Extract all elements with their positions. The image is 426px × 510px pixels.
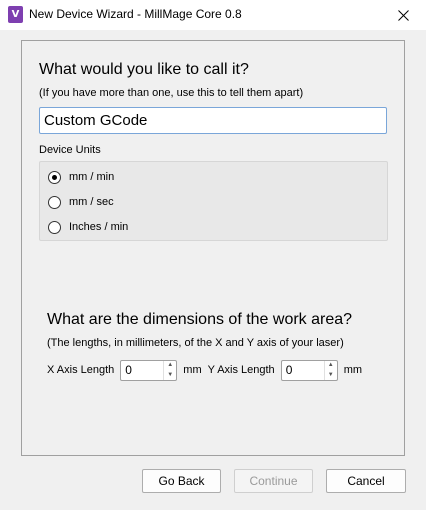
x-axis-spinbox[interactable]: 0 ▲ ▼: [120, 359, 178, 381]
spin-down-icon[interactable]: ▼: [325, 370, 337, 380]
window-title: New Device Wizard - MillMage Core 0.8: [29, 7, 242, 21]
cancel-button[interactable]: Cancel: [326, 469, 406, 493]
title-bar: V New Device Wizard - MillMage Core 0.8: [0, 0, 426, 30]
radio-mm-per-sec[interactable]: mm / sec: [48, 193, 114, 211]
y-axis-stepper[interactable]: ▲ ▼: [323, 360, 337, 380]
close-button[interactable]: [380, 0, 426, 30]
radio-label: mm / sec: [69, 196, 114, 208]
radio-label: mm / min: [69, 171, 115, 183]
y-axis-unit: mm: [343, 364, 363, 376]
device-name-input[interactable]: [39, 107, 387, 134]
app-logo-icon: V: [8, 6, 23, 23]
spin-up-icon[interactable]: ▲: [164, 361, 176, 371]
x-axis-unit: mm: [183, 364, 202, 376]
radio-button-icon: [48, 195, 61, 209]
dimensions-subtext: (The lengths, in millimeters, of the X a…: [47, 337, 344, 349]
dimensions-row: X Axis Length 0 ▲ ▼ mm Y Axis Length 0 ▲…: [47, 359, 362, 381]
new-device-wizard-window: V New Device Wizard - MillMage Core 0.8 …: [0, 0, 426, 510]
radio-inches-per-min[interactable]: Inches / min: [48, 218, 128, 236]
spin-up-icon[interactable]: ▲: [325, 361, 337, 371]
y-axis-spinbox[interactable]: 0 ▲ ▼: [280, 359, 338, 381]
continue-button[interactable]: Continue: [234, 469, 313, 493]
go-back-button[interactable]: Go Back: [142, 469, 221, 493]
name-heading: What would you like to call it?: [39, 61, 249, 78]
x-axis-label: X Axis Length: [47, 364, 115, 376]
radio-mm-per-min[interactable]: mm / min: [48, 168, 114, 186]
wizard-panel: What would you like to call it? (If you …: [21, 40, 405, 456]
device-units-group: mm / min mm / sec Inches / min: [39, 161, 388, 241]
y-axis-value[interactable]: 0: [282, 361, 324, 380]
radio-label: Inches / min: [69, 221, 129, 233]
spin-down-icon[interactable]: ▼: [164, 370, 176, 380]
dimensions-heading: What are the dimensions of the work area…: [47, 311, 353, 328]
name-subtext: (If you have more than one, use this to …: [39, 87, 304, 99]
radio-button-icon: [48, 220, 61, 234]
y-axis-label: Y Axis Length: [207, 364, 275, 376]
device-units-label: Device Units: [39, 144, 101, 156]
close-icon: [397, 9, 409, 21]
x-axis-value[interactable]: 0: [121, 361, 163, 380]
radio-button-selected-icon: [48, 170, 61, 184]
x-axis-stepper[interactable]: ▲ ▼: [163, 360, 176, 380]
